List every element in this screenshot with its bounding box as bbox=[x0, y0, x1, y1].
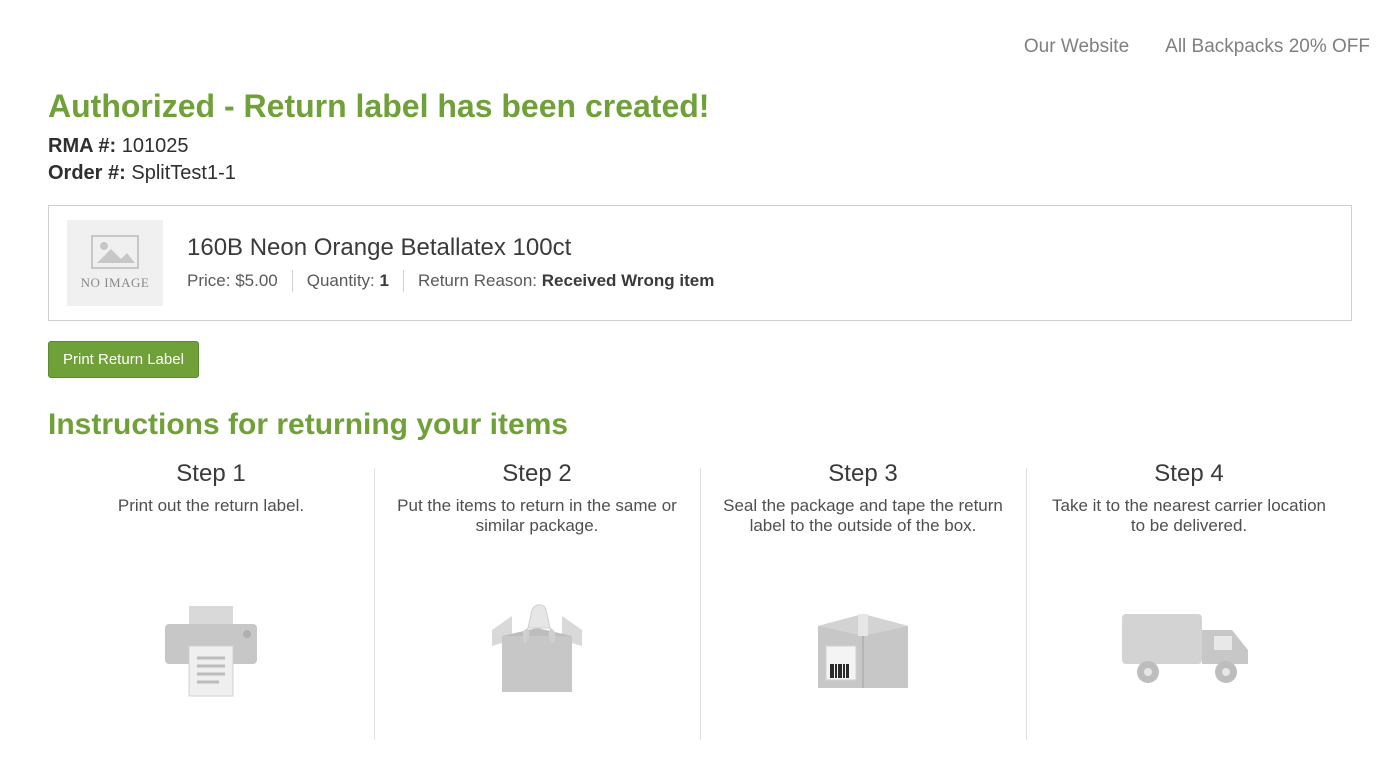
no-image-text: NO IMAGE bbox=[81, 275, 150, 291]
step-desc: Seal the package and tape the return lab… bbox=[722, 496, 1004, 542]
step-title: Step 3 bbox=[722, 460, 1004, 488]
item-info: 160B Neon Orange Betallatex 100ct Price:… bbox=[187, 234, 1333, 292]
price-label: Price: bbox=[187, 271, 235, 290]
no-image-placeholder: NO IMAGE bbox=[67, 220, 163, 306]
sealed-box-icon bbox=[808, 600, 918, 700]
order-label: Order #: bbox=[48, 162, 126, 184]
step-title: Step 2 bbox=[396, 460, 678, 488]
step-3: Step 3 Seal the package and tape the ret… bbox=[700, 460, 1026, 700]
order-line: Order #: SplitTest1-1 bbox=[48, 162, 1352, 185]
step-4: Step 4 Take it to the nearest carrier lo… bbox=[1026, 460, 1352, 700]
order-value: SplitTest1-1 bbox=[131, 162, 236, 184]
printer-icon bbox=[151, 600, 271, 700]
rma-line: RMA #: 101025 bbox=[48, 135, 1352, 158]
qty-value: 1 bbox=[380, 271, 389, 290]
reason-label: Return Reason: bbox=[418, 271, 542, 290]
step-desc: Take it to the nearest carrier location … bbox=[1048, 496, 1330, 542]
return-item-box: NO IMAGE 160B Neon Orange Betallatex 100… bbox=[48, 205, 1352, 321]
step-title: Step 4 bbox=[1048, 460, 1330, 488]
nav-link-our-website[interactable]: Our Website bbox=[1024, 36, 1129, 58]
main-content: Authorized - Return label has been creat… bbox=[0, 58, 1400, 740]
rma-label: RMA #: bbox=[48, 135, 116, 157]
rma-value: 101025 bbox=[122, 135, 189, 157]
truck-icon bbox=[1114, 600, 1264, 690]
image-placeholder-icon bbox=[91, 235, 139, 269]
step-desc: Put the items to return in the same or s… bbox=[396, 496, 678, 542]
reason-value: Received Wrong item bbox=[542, 271, 715, 290]
qty-label: Quantity: bbox=[307, 271, 380, 290]
price-value: $5.00 bbox=[235, 271, 278, 290]
print-return-label-button[interactable]: Print Return Label bbox=[48, 341, 199, 378]
item-details: Price: $5.00 Quantity: 1 Return Reason: … bbox=[187, 270, 1333, 292]
item-name: 160B Neon Orange Betallatex 100ct bbox=[187, 234, 1333, 262]
step-1: Step 1 Print out the return label. bbox=[48, 460, 374, 700]
top-nav: Our Website All Backpacks 20% OFF bbox=[0, 0, 1400, 58]
nav-link-backpacks-promo[interactable]: All Backpacks 20% OFF bbox=[1165, 36, 1370, 58]
steps-row: Step 1 Print out the return label. Step … bbox=[48, 460, 1352, 700]
step-desc: Print out the return label. bbox=[70, 496, 352, 542]
step-title: Step 1 bbox=[70, 460, 352, 488]
open-box-icon bbox=[472, 600, 602, 700]
instructions-heading: Instructions for returning your items bbox=[48, 408, 1352, 442]
page-title: Authorized - Return label has been creat… bbox=[48, 88, 1352, 125]
step-2: Step 2 Put the items to return in the sa… bbox=[374, 460, 700, 700]
